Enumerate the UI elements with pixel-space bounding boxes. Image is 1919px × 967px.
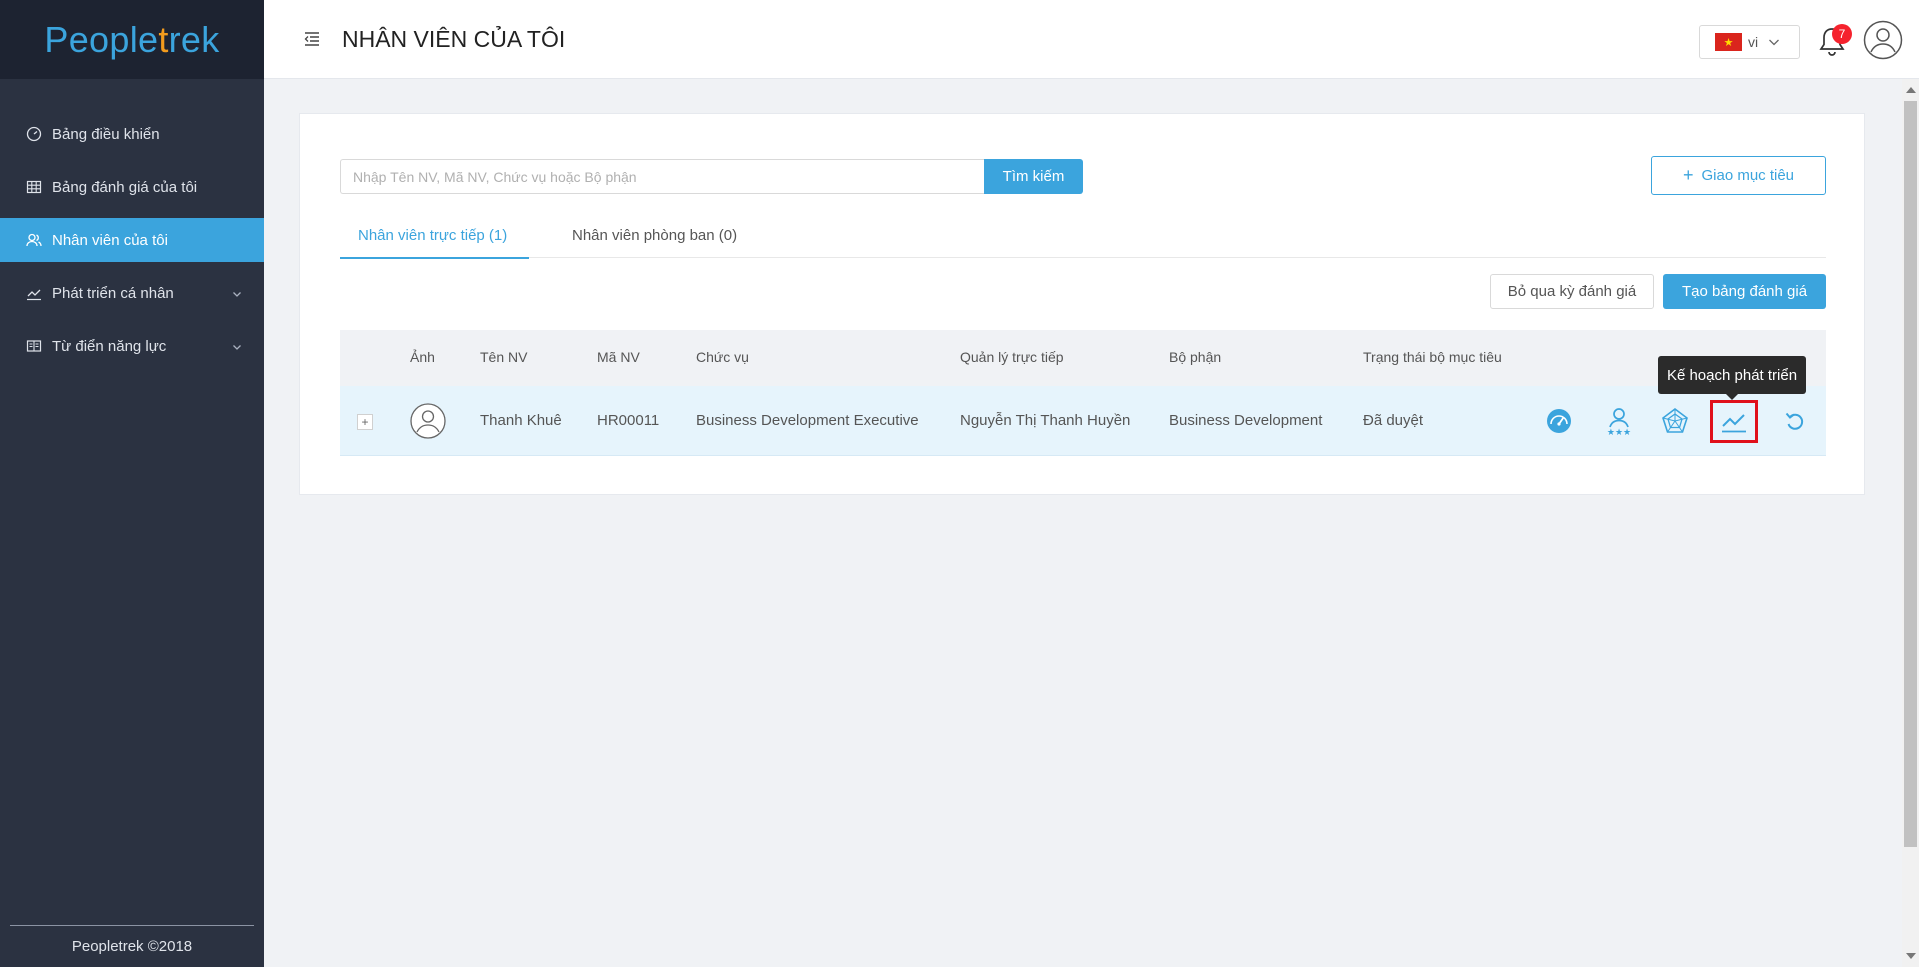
chevron-down-icon bbox=[232, 286, 242, 303]
brand-part-1: People bbox=[44, 18, 159, 60]
brand-part-2: t bbox=[158, 18, 169, 60]
column-header-manager: Quản lý trực tiếp bbox=[960, 349, 1064, 365]
create-review-button[interactable]: Tạo bảng đánh giá bbox=[1663, 274, 1826, 309]
chevron-down-icon bbox=[1768, 34, 1780, 50]
vietnam-flag-icon: ★ bbox=[1715, 33, 1742, 51]
employee-goal-status: Đã duyệt bbox=[1363, 412, 1424, 429]
plus-icon: + bbox=[1682, 165, 1694, 185]
development-plan-tooltip: Kế hoạch phát triển bbox=[1658, 356, 1806, 400]
employee-manager: Nguyễn Thị Thanh Huyền bbox=[960, 412, 1131, 429]
competency-rating-icon[interactable]: ★★★ bbox=[1604, 406, 1634, 436]
radar-chart-icon[interactable] bbox=[1660, 406, 1690, 436]
column-header-position: Chức vụ bbox=[696, 349, 749, 365]
employee-position: Business Development Executive bbox=[696, 412, 919, 429]
sidebar-item-personal-development[interactable]: Phát triển cá nhân bbox=[0, 271, 264, 315]
undo-icon[interactable] bbox=[1780, 406, 1810, 436]
notification-badge: 7 bbox=[1832, 24, 1852, 44]
scroll-down-arrow[interactable] bbox=[1906, 953, 1916, 959]
skip-review-period-button[interactable]: Bỏ qua kỳ đánh giá bbox=[1490, 274, 1654, 309]
sidebar-item-label: Từ điển năng lực bbox=[52, 337, 167, 355]
header: NHÂN VIÊN CỦA TÔI ★ vi 7 bbox=[264, 0, 1919, 79]
logo[interactable]: Peopletrek bbox=[0, 0, 264, 79]
book-icon bbox=[26, 338, 42, 354]
tab-bar: Nhân viên trực tiếp (1) Nhân viên phòng … bbox=[340, 213, 1826, 259]
sidebar-menu: Bảng điều khiển Bảng đánh giá của tôi Nh… bbox=[0, 112, 264, 368]
column-header-goal-status: Trạng thái bộ mục tiêu bbox=[1363, 349, 1502, 365]
search-input[interactable] bbox=[340, 159, 984, 194]
scroll-thumb[interactable] bbox=[1904, 101, 1917, 847]
column-header-photo: Ảnh bbox=[410, 349, 435, 365]
sidebar-item-my-reviews[interactable]: Bảng đánh giá của tôi bbox=[0, 165, 264, 209]
tab-direct-employees[interactable]: Nhân viên trực tiếp (1) bbox=[340, 213, 529, 259]
column-header-name: Tên NV bbox=[480, 349, 528, 365]
dashboard-icon bbox=[26, 126, 42, 142]
sidebar-item-label: Phát triển cá nhân bbox=[52, 284, 174, 302]
chart-line-icon bbox=[26, 285, 42, 301]
employee-name: Thanh Khuê bbox=[480, 412, 562, 429]
tab-department-employees[interactable]: Nhân viên phòng ban (0) bbox=[572, 213, 737, 258]
search-bar: Tìm kiếm bbox=[340, 159, 1083, 194]
employee-code: HR00011 bbox=[597, 412, 660, 429]
language-select[interactable]: ★ vi bbox=[1699, 25, 1800, 59]
assign-goal-button[interactable]: + Giao mục tiêu bbox=[1651, 156, 1826, 195]
sidebar-item-my-employees[interactable]: Nhân viên của tôi bbox=[0, 218, 264, 262]
svg-text:★★★: ★★★ bbox=[1607, 428, 1631, 436]
main-card: Tìm kiếm + Giao mục tiêu Nhân viên trực … bbox=[299, 113, 1865, 495]
dashboard-gauge-icon[interactable] bbox=[1544, 406, 1574, 436]
user-avatar-icon[interactable] bbox=[1863, 20, 1903, 65]
page-scrollbar[interactable] bbox=[1902, 79, 1919, 967]
table-icon bbox=[26, 179, 42, 195]
employee-department: Business Development bbox=[1169, 412, 1323, 429]
chevron-down-icon bbox=[232, 339, 242, 356]
table-row[interactable]: + Thanh Khuê HR00011 Business Developmen… bbox=[340, 386, 1826, 456]
sidebar-item-label: Bảng điều khiển bbox=[52, 125, 160, 143]
page-title: NHÂN VIÊN CỦA TÔI bbox=[342, 26, 566, 52]
sidebar-item-dashboard[interactable]: Bảng điều khiển bbox=[0, 112, 264, 156]
column-header-department: Bộ phận bbox=[1169, 349, 1222, 365]
expand-row-button[interactable]: + bbox=[357, 414, 373, 430]
menu-fold-icon[interactable] bbox=[304, 32, 320, 51]
sidebar: Peopletrek Bảng điều khiển Bảng đánh giá… bbox=[0, 0, 264, 967]
employee-avatar-icon bbox=[410, 403, 446, 443]
column-header-code: Mã NV bbox=[597, 349, 640, 365]
language-value: vi bbox=[1748, 34, 1759, 50]
sidebar-footer: Peopletrek ©2018 bbox=[10, 925, 254, 967]
brand-logo: Peopletrek bbox=[44, 19, 219, 61]
users-icon bbox=[26, 232, 42, 248]
sidebar-item-label: Nhân viên của tôi bbox=[52, 231, 168, 249]
development-plan-icon[interactable] bbox=[1710, 400, 1758, 443]
assign-goal-label: Giao mục tiêu bbox=[1701, 167, 1795, 184]
brand-part-3: rek bbox=[168, 18, 220, 60]
sidebar-item-label: Bảng đánh giá của tôi bbox=[52, 178, 198, 196]
search-button[interactable]: Tìm kiếm bbox=[984, 159, 1083, 194]
scroll-up-arrow[interactable] bbox=[1906, 87, 1916, 93]
employee-table: Ảnh Tên NV Mã NV Chức vụ Quản lý trực ti… bbox=[340, 330, 1826, 456]
table-header: Ảnh Tên NV Mã NV Chức vụ Quản lý trực ti… bbox=[340, 330, 1826, 386]
sidebar-item-competency-dictionary[interactable]: Từ điển năng lực bbox=[0, 324, 264, 368]
